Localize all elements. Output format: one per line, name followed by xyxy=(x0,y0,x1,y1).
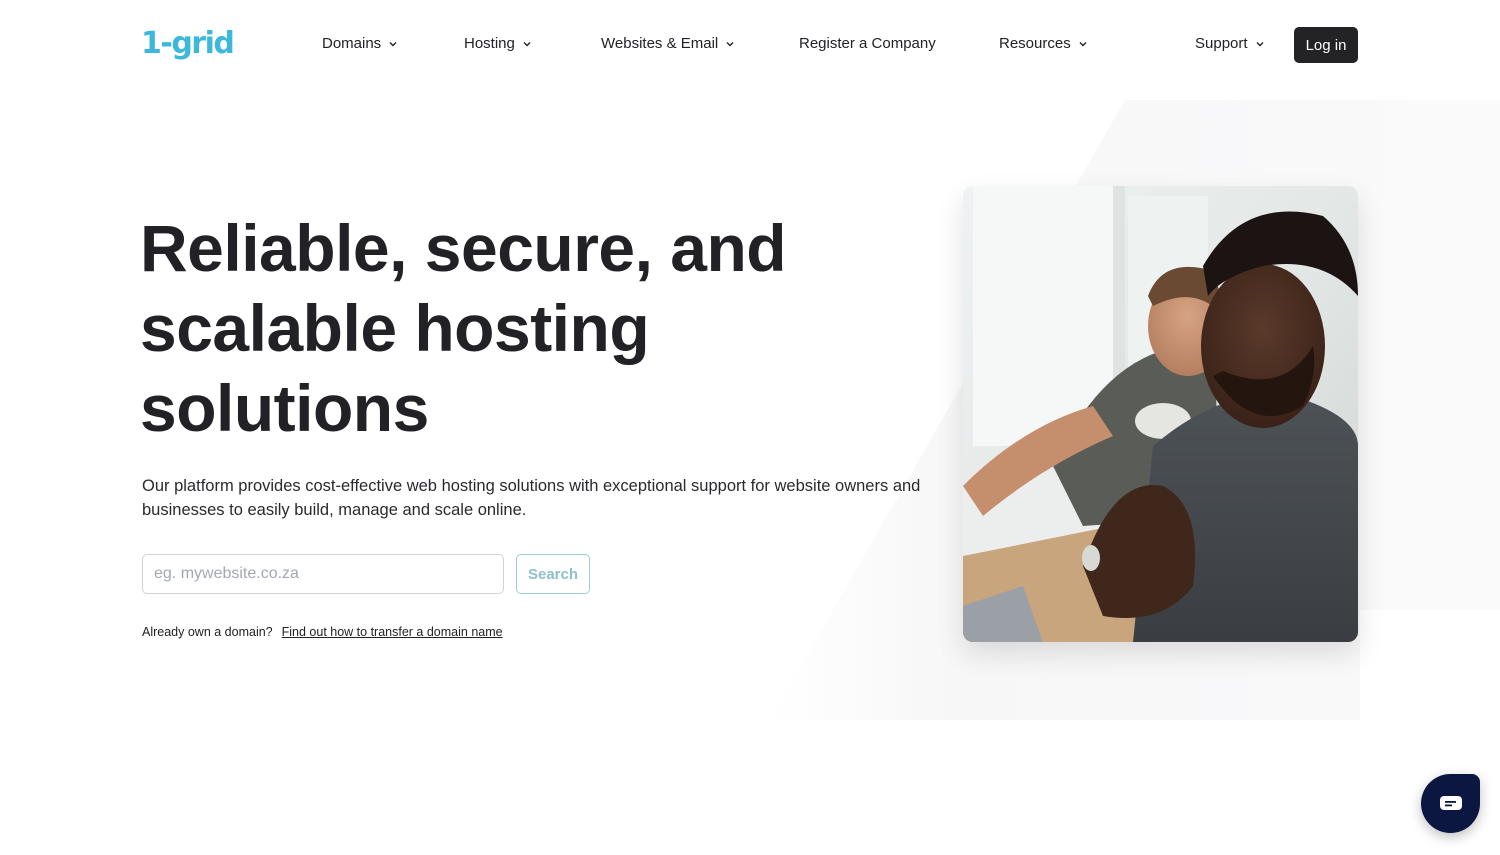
chevron-down-icon xyxy=(389,42,397,47)
transfer-prompt: Already own a domain? xyxy=(142,625,273,639)
hero-photo xyxy=(963,186,1358,642)
chevron-down-icon xyxy=(726,42,734,47)
hero-title-line: Reliable, secure, and xyxy=(140,211,787,285)
chat-bubble-icon xyxy=(1439,795,1462,810)
nav-label: Support xyxy=(1195,35,1248,52)
hero-title-line: solutions xyxy=(140,371,429,445)
domain-transfer-row: Already own a domain? Find out how to tr… xyxy=(142,624,503,640)
hero-title: Reliable, secure, and scalable hosting s… xyxy=(140,208,840,448)
nav-item-websites-email[interactable]: Websites & Email xyxy=(601,34,735,54)
nav-label: Register a Company xyxy=(799,35,936,52)
domain-search-input[interactable] xyxy=(142,554,504,594)
hero-title-line: scalable hosting xyxy=(140,291,650,365)
hero-image xyxy=(963,186,1358,642)
search-button[interactable]: Search xyxy=(516,554,590,594)
nav-item-domains[interactable]: Domains xyxy=(322,34,398,54)
transfer-domain-link[interactable]: Find out how to transfer a domain name xyxy=(282,624,503,640)
site-header: 1-grid Domains Hosting Websites & Email … xyxy=(0,0,1500,90)
nav-label: Resources xyxy=(999,35,1071,52)
chevron-down-icon xyxy=(1256,42,1264,47)
nav-label: Hosting xyxy=(464,35,515,52)
nav-item-resources[interactable]: Resources xyxy=(999,34,1088,54)
login-button[interactable]: Log in xyxy=(1294,27,1358,63)
nav-item-hosting[interactable]: Hosting xyxy=(464,34,532,54)
chevron-down-icon xyxy=(523,42,531,47)
nav-item-register-company[interactable]: Register a Company xyxy=(799,34,936,54)
chat-button[interactable] xyxy=(1421,774,1480,833)
logo[interactable]: 1-grid xyxy=(141,26,235,62)
hero-subtitle: Our platform provides cost-effective web… xyxy=(142,477,921,519)
chevron-down-icon xyxy=(1079,42,1087,47)
nav-label: Websites & Email xyxy=(601,35,719,52)
nav-label: Domains xyxy=(322,35,382,52)
nav-item-support[interactable]: Support xyxy=(1195,34,1265,54)
